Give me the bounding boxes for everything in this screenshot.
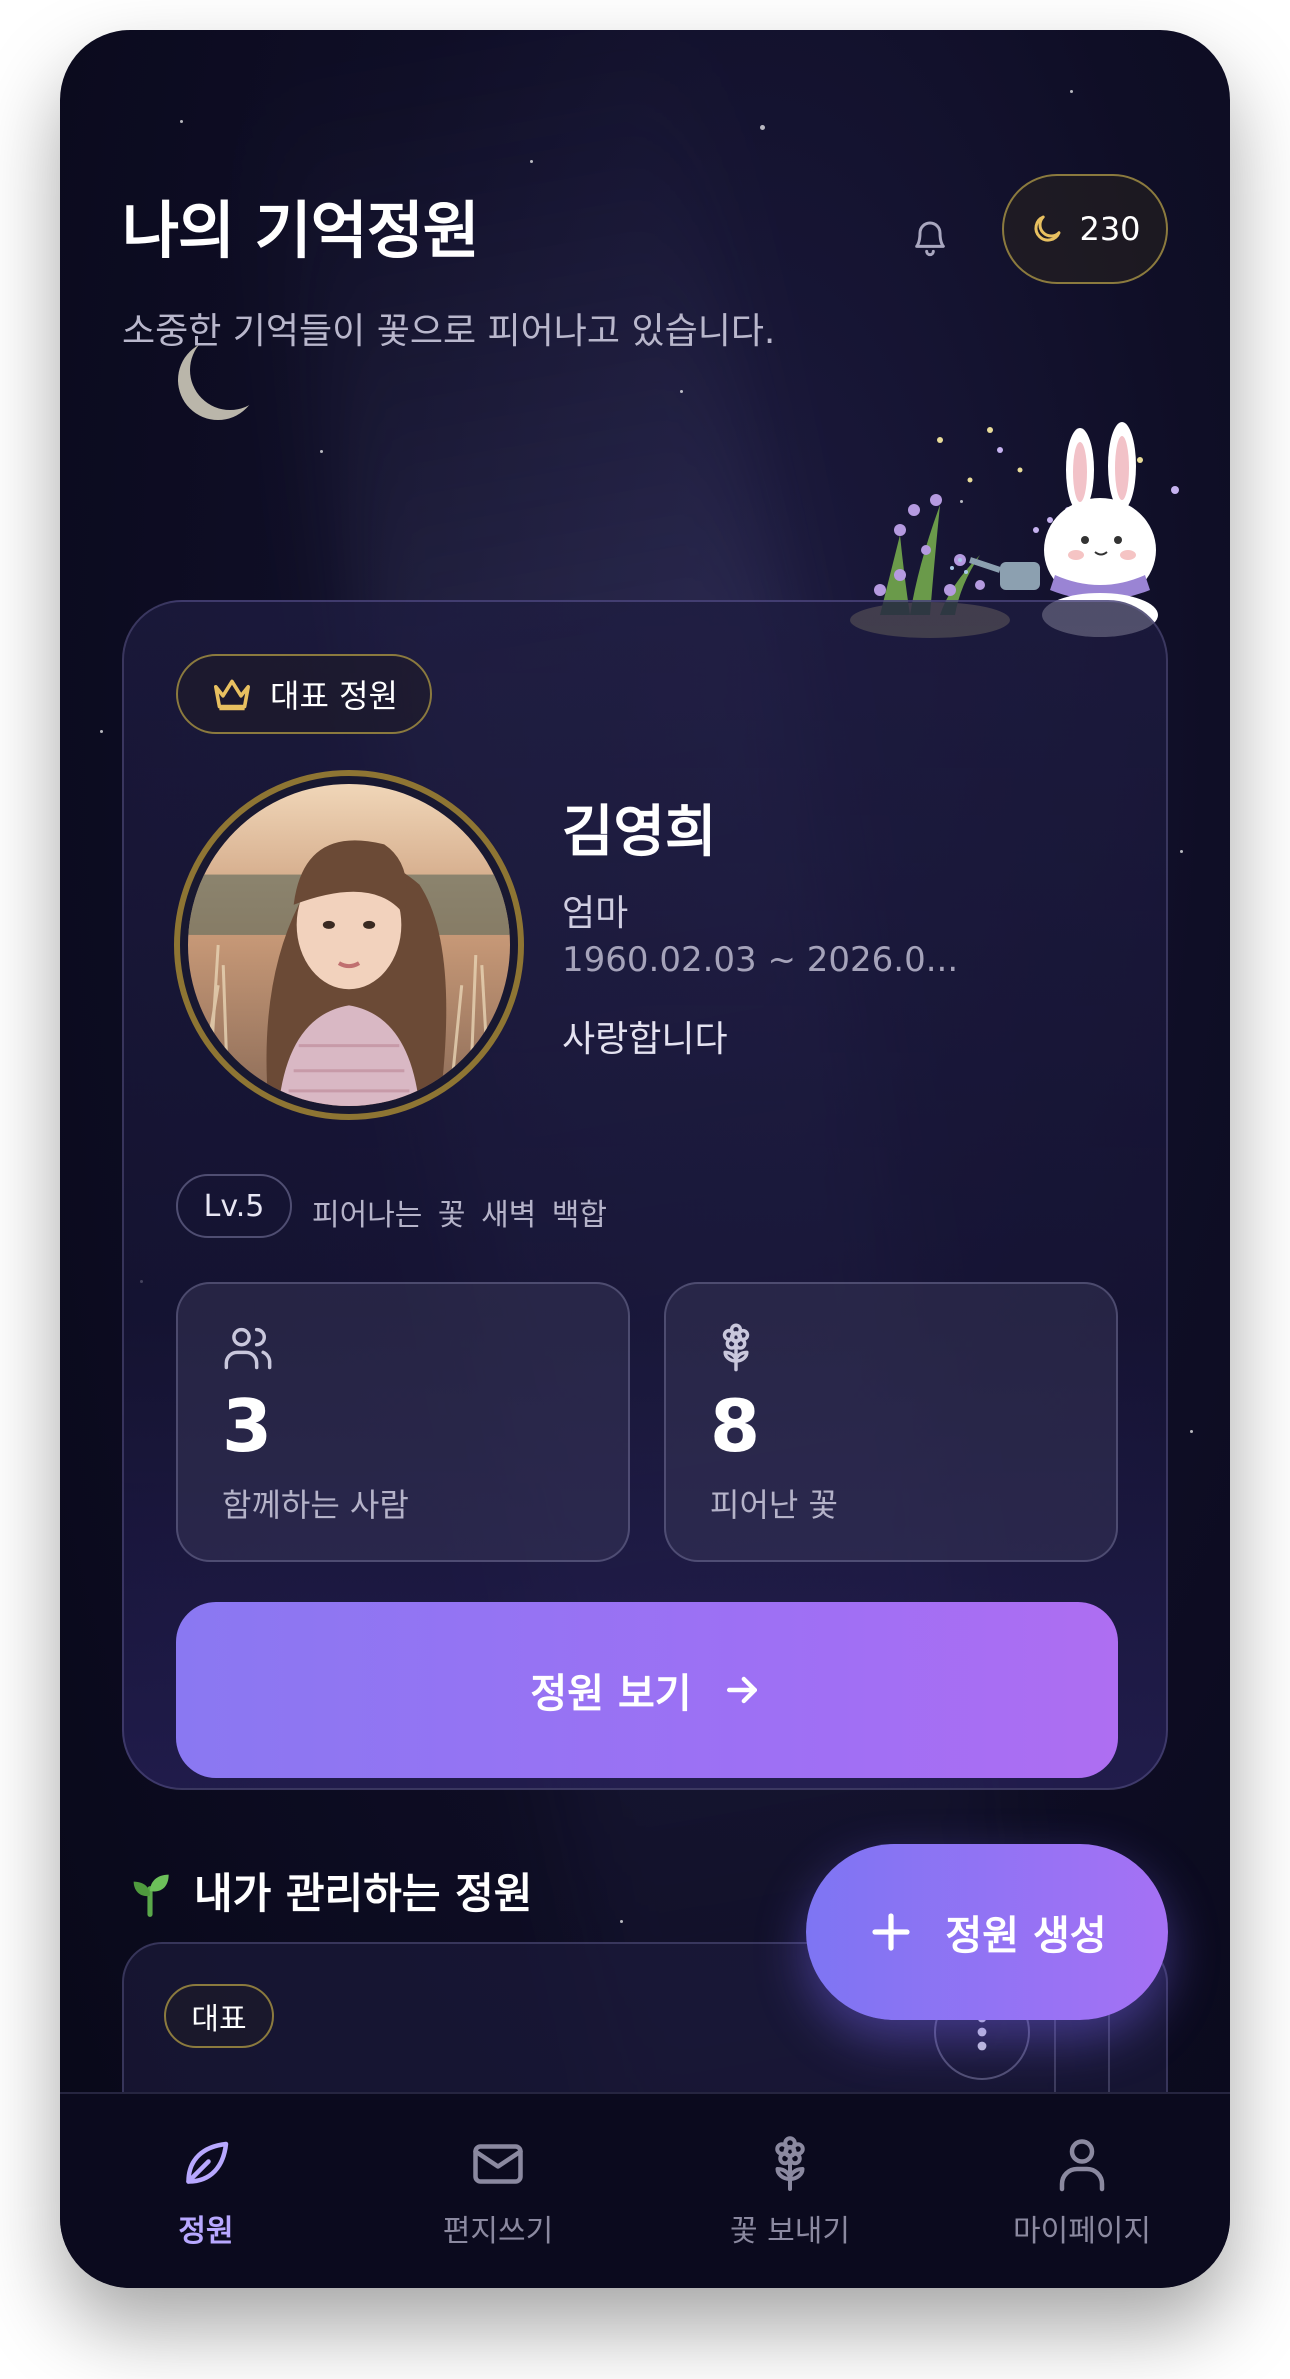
- sprout-icon: [133, 1874, 169, 1917]
- nav-label: 마이페이지: [1013, 2214, 1151, 2249]
- flower-count-label: 피어난 꽃: [710, 1486, 838, 1524]
- memorial-message: 사랑합니다: [562, 1019, 728, 1060]
- bottom-navigation: 정원 편지쓰기 꽃 보내기 마이페이지: [60, 2092, 1230, 2288]
- managed-gardens-heading: 내가 관리하는 정원: [122, 1860, 532, 1921]
- page-title: 나의 기억정원: [122, 194, 480, 267]
- leaf-icon: [186, 2141, 229, 2184]
- app-screen: 나의 기억정원 소중한 기억들이 꽃으로 피어나고 있습니다. 230 대표 정…: [60, 30, 1230, 2288]
- relation-label: 엄마: [562, 893, 629, 934]
- level-badge: Lv.5: [176, 1174, 292, 1238]
- nav-label: 꽃 보내기: [730, 2214, 850, 2249]
- create-garden-label: 정원 생성: [945, 1913, 1107, 1959]
- representative-badge: 대표 정원: [176, 654, 432, 734]
- people-count: 3: [222, 1384, 273, 1468]
- profile-photo: [188, 784, 510, 1106]
- nav-item-letter[interactable]: 편지쓰기: [352, 2094, 644, 2288]
- people-count-label: 함께하는 사람: [222, 1486, 409, 1524]
- bell-icon: [915, 221, 945, 257]
- representative-badge-label: 대표 정원: [270, 677, 398, 715]
- profile-avatar[interactable]: [174, 770, 524, 1120]
- flower-icon: [722, 1323, 750, 1372]
- nav-label: 편지쓰기: [442, 2214, 554, 2249]
- people-icon: [224, 1327, 272, 1370]
- level-description: 피어나는 꽃 새벽 백합: [312, 1198, 608, 1233]
- crown-icon: [214, 679, 251, 711]
- page-subtitle: 소중한 기억들이 꽃으로 피어나고 있습니다.: [122, 311, 776, 352]
- nav-item-garden[interactable]: 정원: [60, 2094, 352, 2288]
- view-garden-label: 정원 보기: [530, 1671, 692, 1717]
- deceased-name: 김영희: [562, 800, 717, 865]
- flower-icon: [775, 2136, 805, 2191]
- representative-garden-card: 대표 정원 김영희 엄마 1960.02.03 ~ 2026.0... 사랑합니…: [122, 600, 1168, 1790]
- notification-button[interactable]: [890, 198, 970, 278]
- mini-representative-badge: 대표: [164, 1984, 274, 2048]
- plus-icon: [872, 1913, 911, 1951]
- life-dates: 1960.02.03 ~ 2026.0...: [562, 940, 959, 980]
- stat-people-card: 3 함께하는 사람: [176, 1282, 630, 1562]
- view-garden-button[interactable]: 정원 보기: [176, 1602, 1118, 1778]
- create-garden-button[interactable]: 정원 생성: [806, 1844, 1168, 2020]
- person-icon: [1059, 2139, 1105, 2192]
- points-value: 230: [1079, 210, 1141, 248]
- stat-flowers-card: 8 피어난 꽃: [664, 1282, 1118, 1562]
- flower-count: 8: [710, 1384, 761, 1468]
- mail-icon: [473, 2144, 523, 2184]
- arrow-right-icon: [726, 1676, 757, 1704]
- nav-item-mypage[interactable]: 마이페이지: [936, 2094, 1228, 2288]
- nav-item-send-flower[interactable]: 꽃 보내기: [644, 2094, 936, 2288]
- moon-points-pill[interactable]: 230: [1002, 174, 1168, 284]
- nav-label: 정원: [178, 2214, 234, 2249]
- managed-gardens-title: 내가 관리하는 정원: [194, 1869, 533, 1918]
- moon-icon: [1034, 215, 1061, 242]
